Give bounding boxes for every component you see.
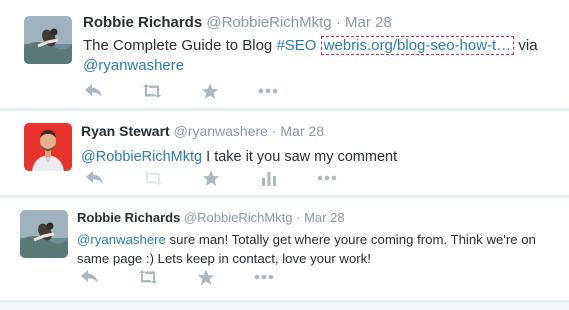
mention-link[interactable]: @ryanwashere xyxy=(77,232,166,247)
tweet-timestamp[interactable]: Mar 28 xyxy=(345,14,392,31)
author-name[interactable]: Ryan Stewart xyxy=(81,123,170,139)
tweet-content: Ryan Stewart @ryanwashere · Mar 28 @Robb… xyxy=(81,121,557,167)
more-icon[interactable] xyxy=(316,169,338,187)
tweet[interactable]: Robbie Richards @RobbieRichMktg · Mar 28… xyxy=(0,198,569,300)
mention-link[interactable]: @ryanwashere xyxy=(83,57,184,74)
tweet-timestamp[interactable]: Mar 28 xyxy=(304,210,344,225)
tweet-header: Robbie Richards @RobbieRichMktg · Mar 28 xyxy=(83,13,557,33)
tweet-feed: Robbie Richards @RobbieRichMktg · Mar 28… xyxy=(0,0,569,310)
retweet-icon[interactable] xyxy=(142,169,164,187)
avatar[interactable] xyxy=(24,16,72,64)
avatar[interactable] xyxy=(20,210,68,258)
url-link[interactable]: webris.org/blog-seo-how-t… xyxy=(320,36,515,55)
more-icon[interactable] xyxy=(253,268,275,286)
separator-dot: · xyxy=(271,123,277,139)
tweet[interactable]: Ryan Stewart @ryanwashere · Mar 28 @Robb… xyxy=(0,111,569,195)
author-username[interactable]: @ryanwashere xyxy=(174,123,268,139)
avatar[interactable] xyxy=(24,123,72,171)
tweet-content: Robbie Richards @RobbieRichMktg · Mar 28… xyxy=(77,208,557,268)
retweet-icon[interactable] xyxy=(141,82,163,100)
favorite-icon[interactable] xyxy=(199,82,221,100)
tweet-text-segment: The Complete Guide to Blog xyxy=(83,37,277,54)
more-icon[interactable] xyxy=(257,82,279,100)
retweet-icon[interactable] xyxy=(137,268,159,286)
tweet[interactable]: Robbie Richards @RobbieRichMktg · Mar 28… xyxy=(0,0,569,108)
tweet-text: The Complete Guide to Blog #SEO webris.o… xyxy=(83,36,557,76)
favorite-icon[interactable] xyxy=(200,169,222,187)
author-username[interactable]: @RobbieRichMktg xyxy=(206,14,331,31)
favorite-icon[interactable] xyxy=(195,268,217,286)
separator-dot: · xyxy=(335,14,341,31)
reply-icon[interactable] xyxy=(79,268,101,286)
reply-icon[interactable] xyxy=(83,82,105,100)
tweet-text: @RobbieRichMktg I take it you saw my com… xyxy=(81,147,557,167)
tweet-timestamp[interactable]: Mar 28 xyxy=(280,123,324,139)
tweet-actions xyxy=(84,169,374,187)
tweet-text: @ryanwashere sure man! Totally get where… xyxy=(77,230,557,268)
tweet-text-segment: sure man! Totally get where youre coming… xyxy=(165,232,536,247)
tweet-content: Robbie Richards @RobbieRichMktg · Mar 28… xyxy=(83,13,557,76)
mention-link[interactable]: @RobbieRichMktg xyxy=(81,149,202,165)
tweet-text-segment: I take it you saw my comment xyxy=(202,149,398,165)
tweet-actions xyxy=(79,268,311,286)
divider xyxy=(0,300,569,303)
tweet-text-segment: via xyxy=(514,37,538,54)
separator-dot: · xyxy=(296,210,301,225)
tweet-header: Robbie Richards @RobbieRichMktg · Mar 28 xyxy=(77,208,557,228)
reply-icon[interactable] xyxy=(84,169,106,187)
tweet-header: Ryan Stewart @ryanwashere · Mar 28 xyxy=(81,121,557,141)
author-username[interactable]: @RobbieRichMktg xyxy=(184,210,293,225)
analytics-icon[interactable] xyxy=(258,169,280,187)
author-name[interactable]: Robbie Richards xyxy=(77,210,180,225)
hashtag-link[interactable]: #SEO xyxy=(276,37,316,54)
tweet-actions xyxy=(83,82,315,100)
tweet-text-segment: same page :) Lets keep in contact, love … xyxy=(77,251,371,266)
author-name[interactable]: Robbie Richards xyxy=(83,14,202,31)
